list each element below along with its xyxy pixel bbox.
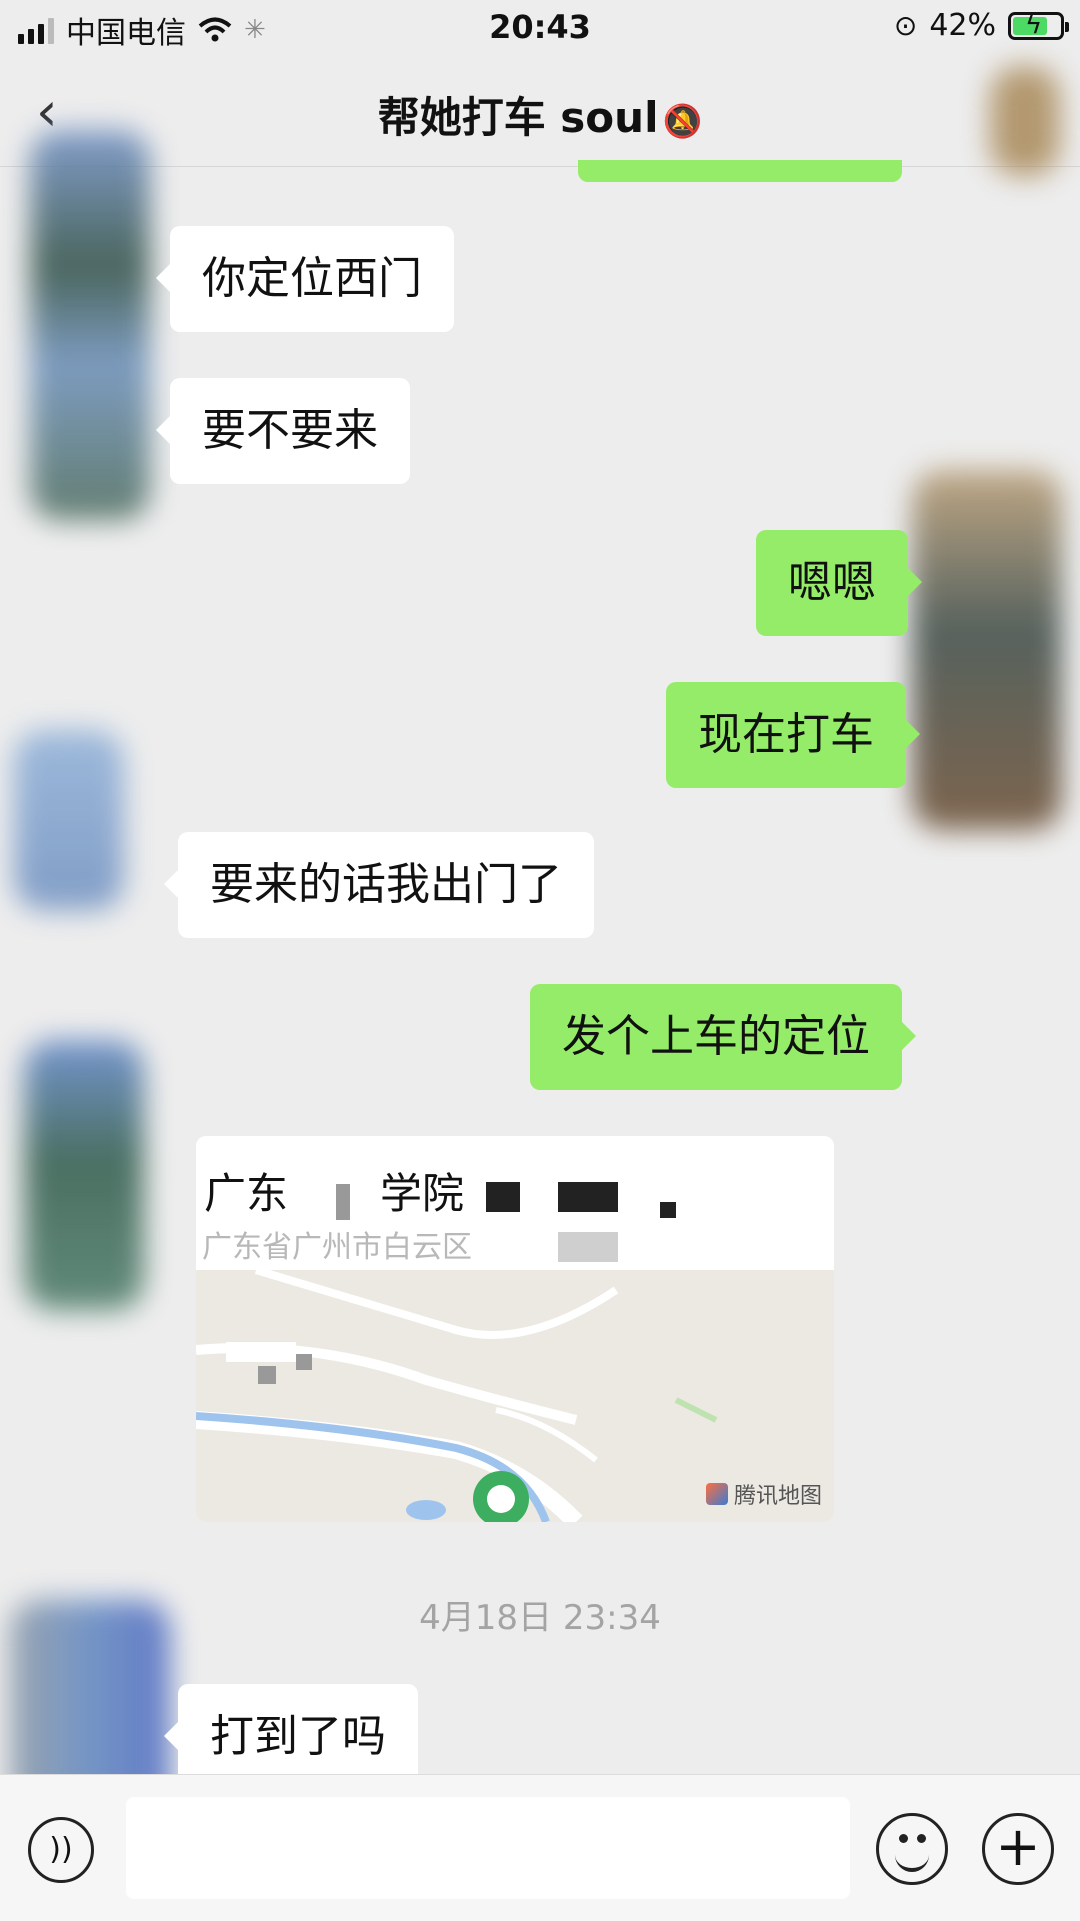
chat-header: ‹ 帮她打车 soul 🔕	[0, 60, 1080, 167]
input-bar: )) +	[0, 1774, 1080, 1921]
message-bubble-received[interactable]: 要不要来	[156, 378, 410, 484]
battery-percent: 42%	[929, 8, 996, 43]
message-bubble-received[interactable]: 要来的话我出门了	[164, 832, 594, 938]
emoji-icon[interactable]	[876, 1813, 948, 1885]
redacted-block	[336, 1184, 350, 1220]
message-input[interactable]	[126, 1797, 850, 1899]
map-brand: 腾讯地图	[705, 1478, 822, 1510]
redacted-block	[296, 1354, 312, 1370]
avatar[interactable]	[14, 730, 124, 910]
redacted-block	[558, 1232, 618, 1262]
chat-title-text: 帮她打车 soul	[377, 93, 659, 142]
tencent-map-logo-icon	[705, 1483, 728, 1505]
status-right: ⊙ 42% ϟ	[893, 8, 1069, 43]
timestamp: 4月18日 23:34	[419, 1598, 661, 1638]
location-address: 广东省广州市白云区	[202, 1230, 472, 1265]
redacted-block	[226, 1342, 296, 1362]
avatar[interactable]	[912, 470, 1062, 830]
plus-icon[interactable]: +	[982, 1813, 1054, 1885]
avatar[interactable]	[30, 130, 150, 520]
location-title-part2: 学院	[380, 1169, 465, 1218]
orientation-lock-icon: ⊙	[893, 9, 918, 42]
battery-icon: ϟ	[1008, 10, 1069, 40]
message-bubble-sent[interactable]: 现在打车	[666, 682, 920, 788]
message-bubble-received[interactable]: 你定位西门	[156, 226, 454, 332]
chat-title: 帮她打车 soul 🔕	[0, 84, 1080, 145]
redacted-block	[558, 1182, 618, 1212]
avatar[interactable]	[990, 66, 1060, 176]
message-bubble-sent[interactable]: 发个上车的定位	[530, 984, 916, 1090]
message-bubble-sent[interactable]: 嗯嗯	[756, 530, 922, 636]
location-title-part1: 广东	[204, 1169, 289, 1218]
voice-icon[interactable]: ))	[28, 1817, 94, 1883]
redacted-block	[258, 1366, 276, 1384]
bell-off-icon: 🔕	[662, 102, 703, 140]
avatar[interactable]	[24, 1040, 144, 1310]
partial-message-bubble[interactable]	[578, 160, 902, 182]
map-preview[interactable]: 腾讯地图	[196, 1270, 834, 1522]
redacted-block	[486, 1182, 520, 1212]
location-card[interactable]: 广东 学院 广东省广州市白云区 腾讯地图	[196, 1136, 834, 1522]
redacted-block	[660, 1202, 676, 1218]
status-bar: 中国电信 ✳ 20:43 ⊙ 42% ϟ	[0, 0, 1080, 56]
map-brand-label: 腾讯地图	[733, 1484, 822, 1509]
location-title: 广东 学院	[204, 1160, 464, 1221]
